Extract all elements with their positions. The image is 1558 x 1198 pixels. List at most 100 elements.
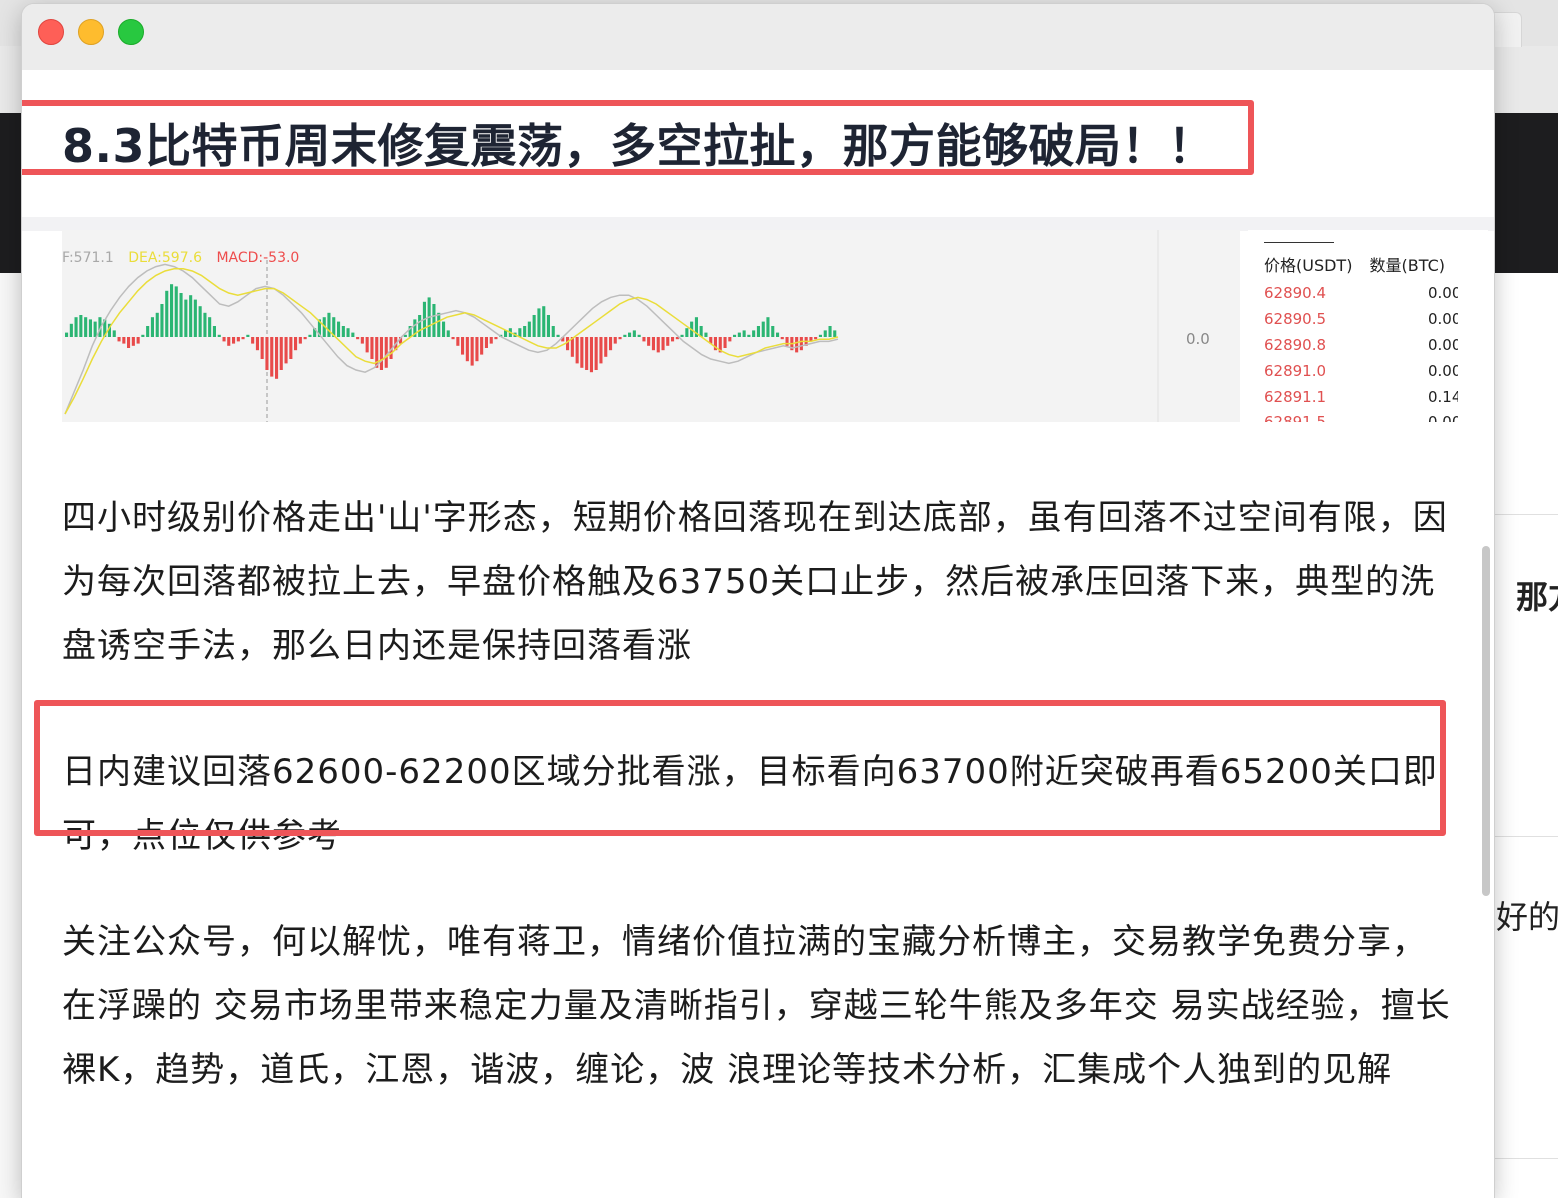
macd-bar [642,337,646,342]
macd-bar [604,337,608,357]
macd-bar [766,317,770,337]
macd-bar [785,337,789,346]
macd-bar [265,337,269,370]
macd-bar [346,328,350,337]
macd-bar [776,332,780,337]
macd-bar [294,337,298,351]
macd-bar [189,295,193,337]
macd-bar [761,321,765,337]
macd-bar [356,337,360,340]
macd-bar [823,330,827,337]
macd-bar [432,304,436,337]
orderbook-header: 价格(USDT) 数量(BTC) [1264,252,1445,276]
macd-bar [704,332,708,337]
background-divider [1495,514,1558,515]
orderbook-tab-underline [1264,242,1334,243]
macd-bar [651,337,655,351]
macd-bar [150,317,154,337]
macd-bar [685,328,689,337]
macd-bar [494,337,498,340]
macd-bar [475,337,479,362]
macd-bar [618,337,622,340]
macd-bar [122,337,126,344]
macd-bar [241,337,245,340]
macd-bar [437,312,441,337]
orderbook-row[interactable]: 62890.5 0.00 [1264,310,1484,332]
macd-bar [270,337,274,377]
macd-bar [470,337,474,366]
macd-bar [117,337,121,342]
article-content: 8.3比特币周末修复震荡，多空拉扯，那方能够破局！！ F:571.1 DEA:5… [22,70,1494,1198]
macd-bar [818,334,822,337]
macd-bar [379,337,383,370]
macd-bar [599,337,603,364]
background-divider [1495,1158,1558,1159]
orderbook-price: 62890.4 [1264,284,1327,302]
macd-bar [756,326,760,337]
macd-bar [546,315,550,337]
window-titlebar[interactable] [22,4,1494,70]
macd-bar [828,326,832,337]
orderbook-price: 62891.1 [1264,388,1327,406]
orderbook-price: 62890.5 [1264,310,1327,328]
legend-dea: DEA:597.6 [128,250,202,266]
orderbook-qty: 0.00 [1428,413,1458,422]
macd-bar [752,330,756,337]
macd-bar [184,299,188,337]
macd-bar [647,337,651,346]
macd-bar [308,334,312,337]
scrollbar-thumb[interactable] [1482,546,1490,896]
macd-bar [351,332,355,337]
orderbook-row[interactable]: 62890.8 0.00 [1264,336,1484,358]
macd-bar [227,337,231,346]
orderbook-qty: 0.00 [1428,284,1458,302]
macd-bar [623,334,627,337]
macd-bar [69,323,73,337]
macd-bar [174,286,178,337]
macd-bar [446,330,450,337]
macd-bar [833,330,837,337]
macd-bar [442,321,446,337]
macd-bar [628,332,632,337]
chart-top-strip [22,217,1494,231]
orderbook-col-price: 价格(USDT) [1264,256,1353,275]
macd-bar [613,337,617,344]
macd-bar [212,326,216,337]
macd-bar [298,337,302,344]
macd-bar [303,337,307,340]
orderbook-qty: 0.14 [1428,388,1458,406]
orderbook-row[interactable]: 62891.5 0.00 [1264,413,1484,422]
orderbook-row[interactable]: 62891.1 0.14 [1264,388,1484,410]
macd-bar [484,337,488,348]
macd-bar [637,334,641,337]
minimize-window-button[interactable] [78,19,104,45]
orderbook-row[interactable]: 62890.4 0.00 [1264,284,1484,306]
close-window-button[interactable] [38,19,64,45]
analysis-paragraph: 四小时级别价格走出'山'字形态，短期价格回落现在到达底部，虽有回落不过空间有限，… [62,498,1448,666]
macd-bar [170,284,174,337]
macd-bar [542,306,546,337]
macd-bars [65,284,837,379]
macd-bar [365,337,369,353]
macd-bar [198,306,202,337]
macd-bar [131,337,135,346]
macd-bar [193,299,197,337]
macd-bar [551,326,555,337]
orderbook-price: 62891.5 [1264,413,1327,422]
macd-bar [742,330,746,337]
macd-bar [360,337,364,344]
background-text-fragment: 好的 [1496,898,1558,936]
maximize-window-button[interactable] [118,19,144,45]
macd-bar [88,319,92,337]
macd-bar [728,337,732,342]
title-highlight-box [22,100,1254,175]
macd-bar [575,337,579,364]
orderbook-row[interactable]: 62891.0 0.00 [1264,362,1484,384]
macd-bar [632,330,636,337]
macd-bar [341,326,345,337]
macd-bar [74,317,78,337]
macd-bar [465,337,469,362]
axis-zero-label: 0.0 [1186,330,1210,348]
macd-bar [780,337,784,340]
macd-bar [179,293,183,337]
